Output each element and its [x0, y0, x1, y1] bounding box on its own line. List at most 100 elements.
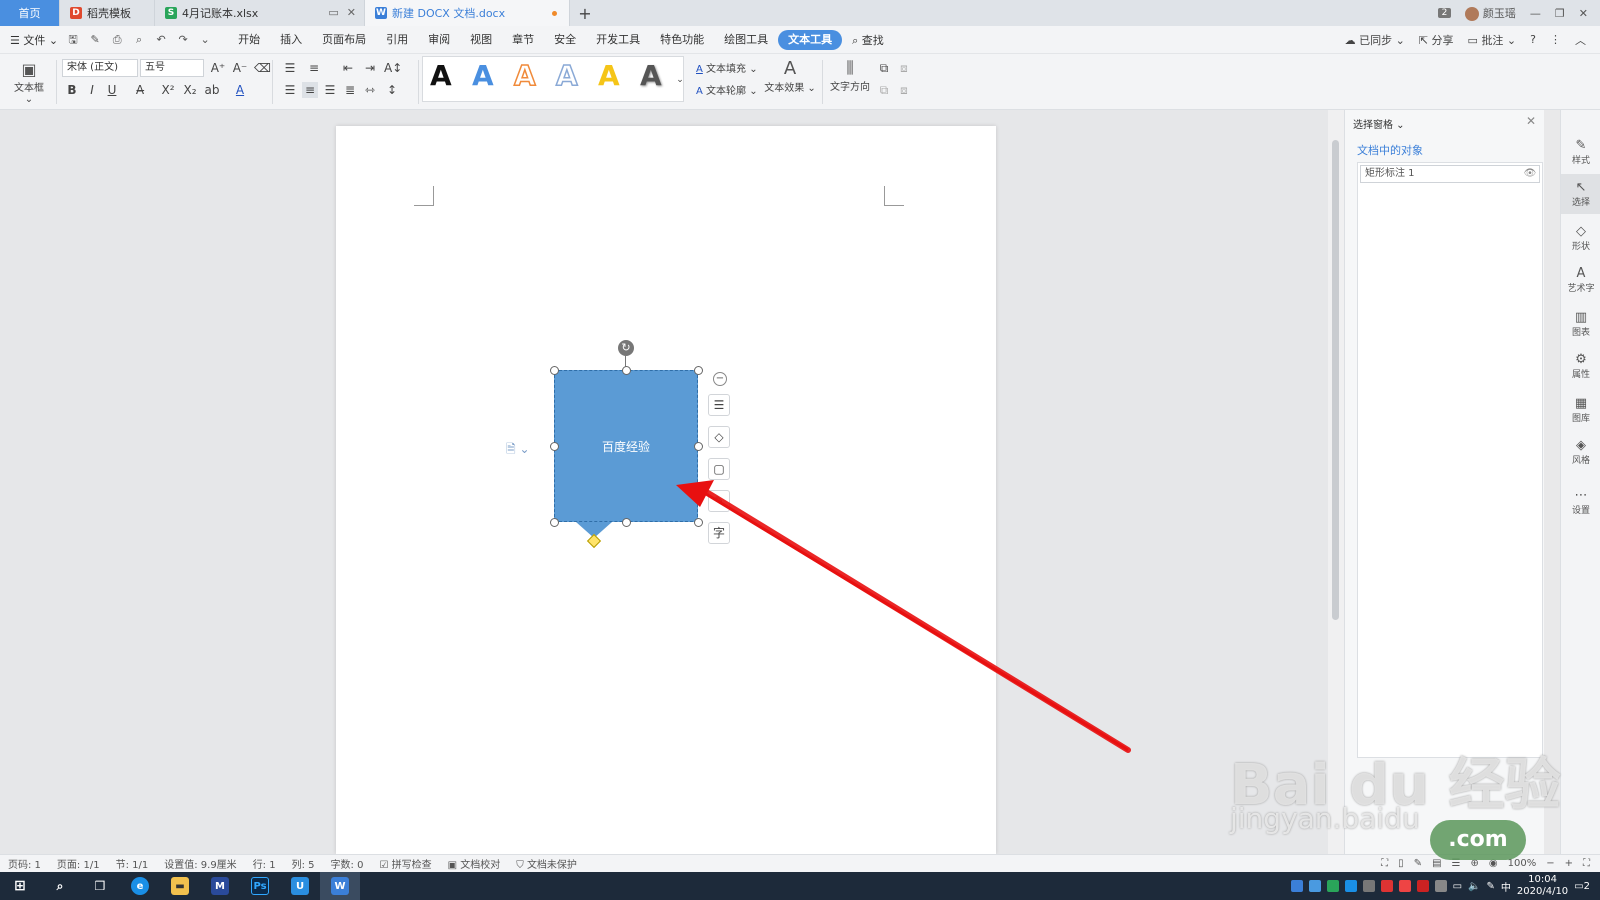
app-icon-1[interactable]: M [200, 872, 240, 900]
wps-writer-taskbar-icon[interactable]: W [320, 872, 360, 900]
wrap-text-icon[interactable]: ☰ [708, 394, 730, 416]
rail-item[interactable]: ⚙ 属性 [1561, 346, 1600, 386]
underline-icon[interactable]: U [104, 82, 120, 98]
close-icon[interactable]: ✕ [347, 6, 356, 19]
menu-tab[interactable]: 绘图工具 [714, 30, 778, 50]
rail-item[interactable]: ◈ 风格 [1561, 432, 1600, 472]
pin-icon[interactable]: ▭ [328, 6, 338, 19]
app-icon-2[interactable]: U [280, 872, 320, 900]
protection-button[interactable]: ⛉ 文档未保护 [508, 856, 585, 871]
tab-spreadsheet[interactable]: S 4月记账本.xlsx ▭ ✕ [155, 0, 365, 26]
save-icon[interactable]: 🖫 [66, 33, 80, 47]
line-spacing-icon[interactable]: ↕ [384, 82, 400, 98]
highlight-icon[interactable]: ab [204, 82, 220, 98]
tray-icon[interactable] [1308, 880, 1321, 892]
increase-indent-icon[interactable]: ⇥ [362, 60, 378, 76]
justify-icon[interactable]: ≣ [342, 82, 358, 98]
redo-icon[interactable]: ↷ [176, 33, 190, 47]
search-button[interactable]: ⌕ 查找 [852, 32, 884, 48]
share-button[interactable]: ⇱ 分享 [1419, 32, 1454, 48]
grow-font-icon[interactable]: A⁺ [210, 60, 226, 76]
window-count-badge[interactable]: 2 [1437, 8, 1452, 18]
rotate-handle-icon[interactable]: ↻ [618, 340, 634, 356]
text-style-preset[interactable]: A [430, 60, 452, 92]
shrink-font-icon[interactable]: A⁻ [232, 60, 248, 76]
menu-tab[interactable]: 插入 [270, 30, 312, 50]
strikethrough-icon[interactable]: A̶ [132, 82, 148, 98]
rail-item[interactable]: ✎ 样式 [1561, 132, 1600, 172]
collapse-ribbon-icon[interactable]: ︿ [1575, 32, 1586, 48]
input-language[interactable]: 中 [1501, 879, 1511, 894]
tray-icon[interactable] [1398, 880, 1411, 892]
menu-tab[interactable]: 页面布局 [312, 30, 376, 50]
textbox-link-icon[interactable]: ⧉ [876, 60, 892, 76]
customize-icon[interactable]: ⌄ [198, 33, 212, 47]
search-taskbar-icon[interactable]: ⌕ [40, 872, 80, 900]
start-button[interactable]: ⊞ [0, 872, 40, 900]
status-word-count[interactable]: 字数: 0 [323, 856, 372, 871]
rail-item[interactable]: A 艺术字 [1561, 260, 1600, 300]
superscript-icon[interactable]: X² [160, 82, 176, 98]
user-area[interactable]: 颜玉瑶 [1465, 5, 1516, 21]
tray-icon[interactable] [1326, 880, 1339, 892]
browser-icon[interactable]: e [120, 872, 160, 900]
tab-docer-templates[interactable]: D 稻壳模板 [60, 0, 155, 26]
tray-icon[interactable] [1344, 880, 1357, 892]
next-textbox-icon[interactable]: ⧈ [896, 82, 912, 98]
tray-icon[interactable] [1380, 880, 1393, 892]
spell-check-button[interactable]: ☑ 拼写检查 [371, 856, 439, 871]
menu-tab[interactable]: 特色功能 [650, 30, 714, 50]
shape-fill-icon[interactable]: ◇ [708, 426, 730, 448]
minimize-icon[interactable]: — [1530, 7, 1541, 20]
tray-icon[interactable] [1434, 880, 1447, 892]
task-view-icon[interactable]: ❒ [80, 872, 120, 900]
more-icon[interactable]: ⋮ [1550, 33, 1561, 46]
text-style-preset[interactable]: A [472, 60, 494, 92]
rail-item[interactable]: ⋯ 设置 [1561, 482, 1600, 522]
pen-icon[interactable]: ✎ [1487, 881, 1495, 892]
distribute-icon[interactable]: ⇿ [362, 82, 378, 98]
format-painter-icon[interactable]: ✎ [88, 33, 102, 47]
decrease-indent-icon[interactable]: ⇤ [340, 60, 356, 76]
bullets-icon[interactable]: ☰ [282, 60, 298, 76]
clear-format-icon[interactable]: ⌫ [254, 60, 271, 76]
menu-tab[interactable]: 开始 [228, 30, 270, 50]
font-color-icon[interactable]: A [232, 82, 248, 98]
numbering-icon[interactable]: ≡ [306, 60, 322, 76]
tab-document[interactable]: W 新建 DOCX 文档.docx [365, 0, 570, 26]
edit-shape-icon[interactable]: ✎ [708, 490, 730, 512]
gallery-more-icon[interactable]: ⌄ [672, 72, 688, 88]
print-icon[interactable]: ⎙ [110, 33, 124, 47]
rail-item[interactable]: ▥ 图表 [1561, 304, 1600, 344]
text-style-preset[interactable]: A [640, 60, 662, 92]
menu-tab[interactable]: 章节 [502, 30, 544, 50]
object-item[interactable]: 矩形标注 1 👁 [1360, 165, 1540, 183]
clock[interactable]: 10:04 2020/4/10 [1517, 874, 1568, 898]
print-preview-icon[interactable]: ⌕ [132, 33, 146, 47]
rail-item[interactable]: ↖ 选择 [1561, 174, 1600, 214]
shape-outline-icon[interactable]: ▢ [708, 458, 730, 480]
menu-tab[interactable]: 审阅 [418, 30, 460, 50]
proofread-button[interactable]: ▣ 文档校对 [440, 856, 509, 871]
text-tool-button[interactable]: 字 [708, 522, 730, 544]
volume-icon[interactable]: 🔈 [1468, 881, 1480, 892]
tray-icon[interactable] [1416, 880, 1429, 892]
close-window-icon[interactable]: ✕ [1579, 7, 1588, 20]
text-outline-button[interactable]: A 文本轮廓 ⌄ [696, 82, 758, 97]
text-style-preset[interactable]: A [555, 59, 578, 93]
layout-options-icon[interactable]: 🗎 ⌄ [506, 440, 530, 461]
text-style-preset[interactable]: A [598, 60, 620, 92]
collapse-toolbar-icon[interactable]: − [713, 372, 727, 386]
text-fill-button[interactable]: A 文本填充 ⌄ [696, 60, 758, 75]
subscript-icon[interactable]: X₂ [182, 82, 198, 98]
photoshop-icon[interactable]: Ps [240, 872, 280, 900]
resize-handle-top-right[interactable] [694, 366, 703, 375]
textbox-button[interactable]: ▣ 文本框 ⌄ [10, 60, 48, 105]
network-icon[interactable]: ▭ [1453, 881, 1462, 892]
rectangle-callout-shape[interactable]: 百度经验 [554, 370, 698, 522]
undo-icon[interactable]: ↶ [154, 33, 168, 47]
resize-handle-left[interactable] [550, 442, 559, 451]
scrollbar-thumb[interactable] [1332, 140, 1339, 620]
selection-pane-title[interactable]: 选择窗格 ⌄ [1353, 116, 1405, 131]
restore-icon[interactable]: ❐ [1555, 7, 1565, 20]
